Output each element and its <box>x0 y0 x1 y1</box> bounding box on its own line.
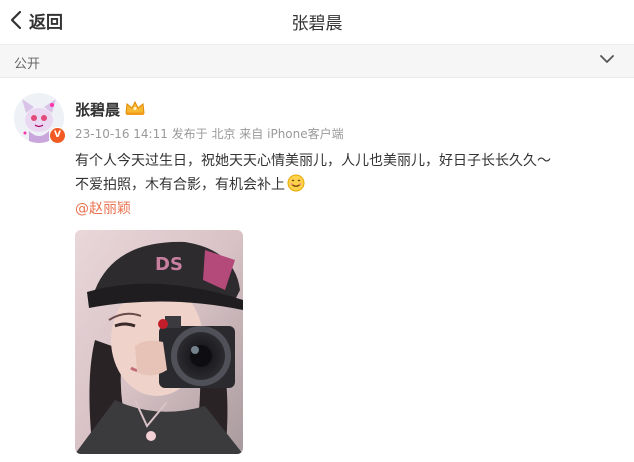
chevron-down-icon[interactable] <box>600 55 614 64</box>
post-text: 不爱拍照，木有合影，有机会补上 <box>75 177 285 193</box>
smile-emoji-icon <box>287 174 305 192</box>
mention-row: @赵丽颖 <box>75 197 625 221</box>
mention-link[interactable]: @赵丽颖 <box>75 201 131 217</box>
crown-icon <box>125 100 145 115</box>
post-text-line: 有个人今天过生日，祝她天天心情美丽儿，人儿也美丽儿，好日子长长久久～ <box>75 153 551 169</box>
visibility-label: 公开 <box>14 57 41 72</box>
author-name[interactable]: 张碧晨 <box>75 99 120 120</box>
verified-badge: V <box>49 127 66 144</box>
photo-woman-with-camera: DS <box>75 230 243 454</box>
post-photo[interactable]: DS <box>75 230 243 454</box>
visibility-selector[interactable]: 公开 <box>0 44 634 78</box>
post-text-line-2: 不爱拍照，木有合影，有机会补上 <box>75 173 625 197</box>
page-title: 张碧晨 <box>291 14 343 34</box>
top-nav-bar: 返回 张碧晨 <box>0 0 634 40</box>
post-content: 有个人今天过生日，祝她天天心情美丽儿，人儿也美丽儿，好日子长长久久～ 不爱拍照，… <box>75 149 625 221</box>
svg-text:DS: DS <box>155 254 183 275</box>
post-meta: 23-10-16 14:11 发布于 北京 来自 iPhone客户端 <box>75 127 344 141</box>
